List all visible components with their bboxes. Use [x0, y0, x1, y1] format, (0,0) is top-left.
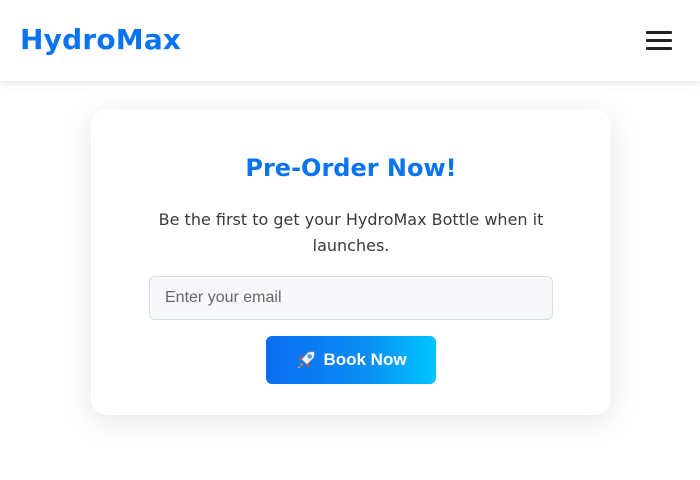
brand-logo[interactable]: HydroMax: [20, 22, 181, 58]
rocket-icon: [298, 351, 316, 369]
menu-line: [646, 47, 672, 50]
menu-line: [646, 39, 672, 42]
hamburger-menu-icon[interactable]: [646, 30, 672, 52]
email-input[interactable]: [149, 276, 553, 320]
site-header: HydroMax: [0, 0, 700, 81]
menu-line: [646, 31, 672, 34]
preorder-title: Pre-Order Now!: [245, 154, 457, 182]
book-now-button[interactable]: Book Now: [266, 336, 436, 384]
preorder-card: Pre-Order Now! Be the first to get your …: [91, 109, 611, 415]
book-now-label: Book Now: [323, 350, 407, 369]
main-content: Pre-Order Now! Be the first to get your …: [0, 81, 700, 480]
preorder-subtitle: Be the first to get your HydroMax Bottle…: [158, 210, 544, 255]
